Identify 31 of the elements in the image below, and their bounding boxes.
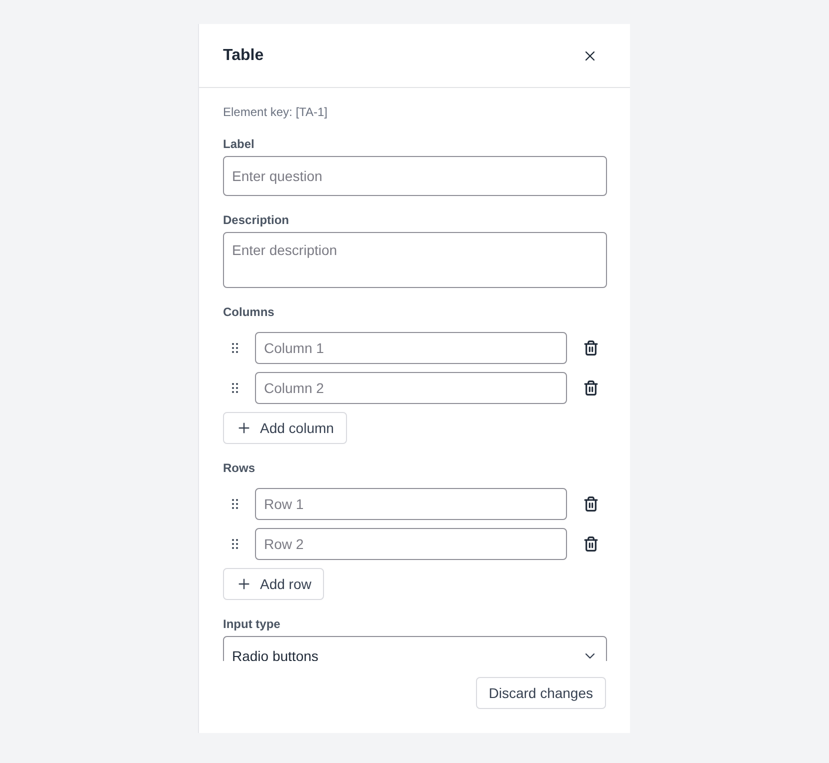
delete-button[interactable]: [583, 536, 599, 552]
field-label: Description: [223, 212, 290, 228]
field-label: Input type: [223, 616, 280, 632]
element-key-text: Element key: [TA-1]: [223, 104, 328, 120]
option-input-field[interactable]: Row 2: [255, 528, 567, 560]
trash-icon: [583, 380, 599, 396]
drag-handle-icon[interactable]: [232, 499, 238, 509]
textarea-field[interactable]: Enter description: [223, 232, 607, 288]
option-input-field[interactable]: Column 1: [255, 332, 567, 364]
delete-button[interactable]: [583, 340, 599, 356]
drag-handle-icon[interactable]: [232, 539, 238, 549]
trash-icon: [583, 496, 599, 512]
trash-icon: [583, 340, 599, 356]
input-type-select[interactable]: Radio buttons: [223, 636, 607, 661]
text-input-field[interactable]: Enter question: [223, 156, 607, 196]
add-button[interactable]: Add row: [223, 568, 324, 600]
plus-icon: [236, 576, 252, 592]
drag-handle-icon[interactable]: [232, 343, 238, 353]
field-label: Label: [223, 136, 254, 152]
trash-icon: [583, 536, 599, 552]
field-label: Columns: [223, 304, 274, 320]
drag-handle-icon[interactable]: [232, 383, 238, 393]
plus-icon: [236, 420, 252, 436]
field-label: Rows: [223, 460, 256, 476]
discard-changes-button[interactable]: Discard changes: [476, 677, 606, 709]
delete-button[interactable]: [583, 496, 599, 512]
panel-title: Table: [223, 46, 264, 66]
option-input-field[interactable]: Row 1: [255, 488, 567, 520]
delete-button[interactable]: [583, 380, 599, 396]
add-button[interactable]: Add column: [223, 412, 347, 444]
option-input-field[interactable]: Column 2: [255, 372, 567, 404]
